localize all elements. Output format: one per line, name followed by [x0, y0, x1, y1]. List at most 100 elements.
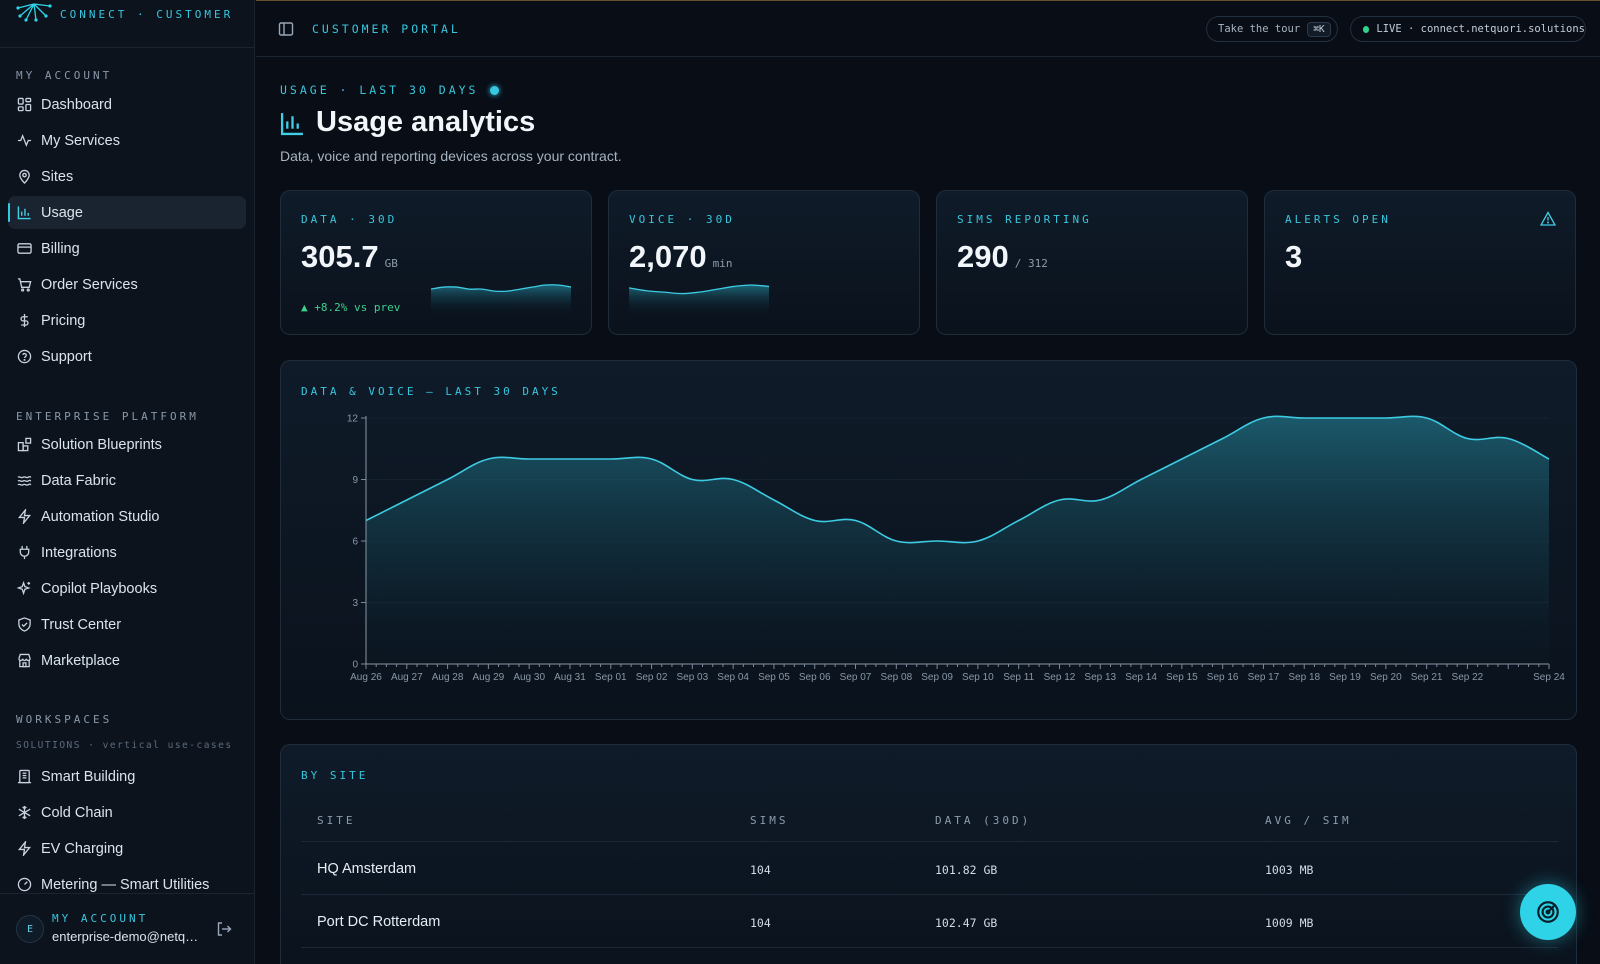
- take-tour-label: Take the tour: [1218, 23, 1301, 35]
- account-label: MY ACCOUNT: [52, 912, 149, 925]
- data-sparkline: [431, 284, 571, 313]
- sidebar-item-label: Copilot Playbooks: [41, 580, 158, 597]
- column-header-sims[interactable]: SIMS: [750, 814, 789, 827]
- stat-unit: GB: [384, 257, 398, 270]
- live-status-badge: LIVE · connect.netquori.solutions: [1350, 16, 1586, 42]
- avatar[interactable]: E: [16, 915, 44, 943]
- sidebar-item-dashboard[interactable]: Dashboard: [8, 88, 246, 121]
- usage-chart-card: DATA & VOICE — LAST 30 DAYS 0 3 6 9 12 Aug 26…: [280, 360, 1577, 720]
- by-site-card: BY SITE SITE SIMS DATA (30D) AVG / SIM H…: [280, 744, 1577, 964]
- column-header-data[interactable]: DATA (30D): [935, 814, 1031, 827]
- assistant-fab-button[interactable]: [1520, 884, 1576, 940]
- column-header-avg[interactable]: AVG / SIM: [1265, 814, 1352, 827]
- x-tick-label: Sep 14: [1125, 672, 1157, 683]
- sidebar-item-copilot-playbooks[interactable]: Copilot Playbooks: [8, 572, 246, 605]
- blueprint-icon: [17, 437, 32, 452]
- brand[interactable]: CONNECT · CUSTOMER: [16, 0, 246, 34]
- x-tick-label: Sep 21: [1411, 672, 1443, 683]
- live-status-dot: [1363, 25, 1370, 33]
- y-tick-label: 6: [352, 537, 358, 548]
- sidebar-item-metering[interactable]: Metering — Smart Utilities: [8, 868, 246, 901]
- divider: [301, 841, 1558, 842]
- sidebar-item-smart-building[interactable]: Smart Building: [8, 760, 246, 793]
- site-name: HQ Amsterdam: [317, 861, 417, 877]
- sidebar: CONNECT · CUSTOMER MY ACCOUNT Dashboard …: [0, 0, 255, 964]
- sparkles-icon: [17, 581, 31, 596]
- stat-card-sims: SIMS REPORTING 290 / 312: [936, 190, 1248, 335]
- sidebar-item-cold-chain[interactable]: Cold Chain: [8, 796, 246, 829]
- brand-subtitle: CONNECT · CUSTOMER: [60, 8, 234, 21]
- x-tick-label: Aug 30: [513, 672, 545, 683]
- sidebar-item-billing[interactable]: Billing: [8, 232, 246, 265]
- sidebar-item-label: Data Fabric: [41, 472, 116, 489]
- sidebar-item-label: Cold Chain: [41, 804, 113, 821]
- sidebar-item-usage[interactable]: Usage: [8, 196, 246, 229]
- x-tick-label: Aug 28: [432, 672, 464, 683]
- sidebar-item-trust-center[interactable]: Trust Center: [8, 608, 246, 641]
- building-icon: [17, 769, 32, 784]
- logout-icon[interactable]: [216, 921, 232, 937]
- sidebar-toggle-icon[interactable]: [278, 21, 294, 37]
- shield-icon: [18, 617, 31, 632]
- divider: [0, 47, 254, 48]
- sidebar-item-order-services[interactable]: Order Services: [8, 268, 246, 301]
- bolt-icon: [17, 509, 32, 524]
- site-name: Port DC Rotterdam: [317, 914, 441, 930]
- sidebar-item-ev-charging[interactable]: EV Charging: [8, 832, 246, 865]
- site-avg: 1009 MB: [1265, 916, 1314, 930]
- page-eyebrow-label: USAGE · LAST 30 DAYS: [280, 83, 479, 97]
- live-pulse-dot: [490, 85, 500, 95]
- stat-number: 2,070: [629, 239, 707, 274]
- x-tick-label: Sep 20: [1370, 672, 1402, 683]
- column-header-site[interactable]: SITE: [317, 814, 356, 827]
- x-tick-label: Sep 05: [758, 672, 790, 683]
- sidebar-item-label: Solution Blueprints: [41, 436, 162, 453]
- site-sims: 104: [750, 863, 771, 877]
- x-tick-label: Sep 13: [1084, 672, 1116, 683]
- sidebar-item-automation-studio[interactable]: Automation Studio: [8, 500, 246, 533]
- y-tick-label: 9: [352, 475, 358, 486]
- y-tick-label: 3: [352, 598, 358, 609]
- stat-label: SIMS REPORTING: [957, 213, 1092, 226]
- sidebar-item-support[interactable]: Support: [8, 340, 246, 373]
- stat-value: 3: [1285, 239, 1303, 274]
- section-label-enterprise: ENTERPRISE PLATFORM: [16, 410, 199, 423]
- sidebar-item-label: Metering — Smart Utilities: [41, 876, 210, 893]
- x-tick-label: Sep 18: [1288, 672, 1320, 683]
- stat-unit: min: [712, 257, 733, 270]
- stat-label: VOICE · 30D: [629, 213, 735, 226]
- sidebar-item-label: Order Services: [41, 276, 138, 293]
- x-tick-label: Sep 07: [840, 672, 872, 683]
- x-tick-label: Sep 17: [1248, 672, 1280, 683]
- voice-sparkline: [629, 284, 769, 313]
- section-label-my-account: MY ACCOUNT: [16, 69, 113, 82]
- bar-chart-icon: [17, 206, 31, 220]
- by-site-title: BY SITE: [301, 769, 369, 782]
- stat-value: 290 / 312: [957, 239, 1048, 275]
- sidebar-item-pricing[interactable]: Pricing: [8, 304, 246, 337]
- x-tick-label: Sep 15: [1166, 672, 1198, 683]
- divider: [0, 893, 254, 894]
- stat-value: 2,070 min: [629, 239, 732, 275]
- sidebar-item-integrations[interactable]: Integrations: [8, 536, 246, 569]
- stat-delta: ▲ +8.2% vs prev: [301, 301, 401, 314]
- sidebar-item-my-services[interactable]: My Services: [8, 124, 246, 157]
- live-status-label: LIVE · connect.netquori.solutions: [1376, 23, 1585, 35]
- activity-icon: [17, 134, 32, 147]
- take-tour-button[interactable]: Take the tour ⌘K: [1206, 16, 1338, 42]
- x-tick-label: Aug 29: [473, 672, 505, 683]
- stat-value: 305.7 GB: [301, 239, 398, 275]
- x-tick-label: Sep 10: [962, 672, 994, 683]
- y-tick-label: 12: [347, 414, 359, 425]
- page-subtitle: Data, voice and reporting devices across…: [280, 148, 622, 164]
- x-tick-label: Sep 06: [799, 672, 831, 683]
- sidebar-item-label: Usage: [41, 204, 83, 221]
- sidebar-item-label: My Services: [41, 132, 120, 149]
- stat-card-data: DATA · 30D 305.7 GB ▲ +8.2% vs prev: [280, 190, 592, 335]
- sidebar-item-data-fabric[interactable]: Data Fabric: [8, 464, 246, 497]
- sidebar-item-label: Sites: [41, 168, 74, 185]
- sidebar-item-sites[interactable]: Sites: [8, 160, 246, 193]
- stat-unit: / 312: [1014, 257, 1048, 270]
- sidebar-item-marketplace[interactable]: Marketplace: [8, 644, 246, 677]
- sidebar-item-solution-blueprints[interactable]: Solution Blueprints: [8, 428, 246, 461]
